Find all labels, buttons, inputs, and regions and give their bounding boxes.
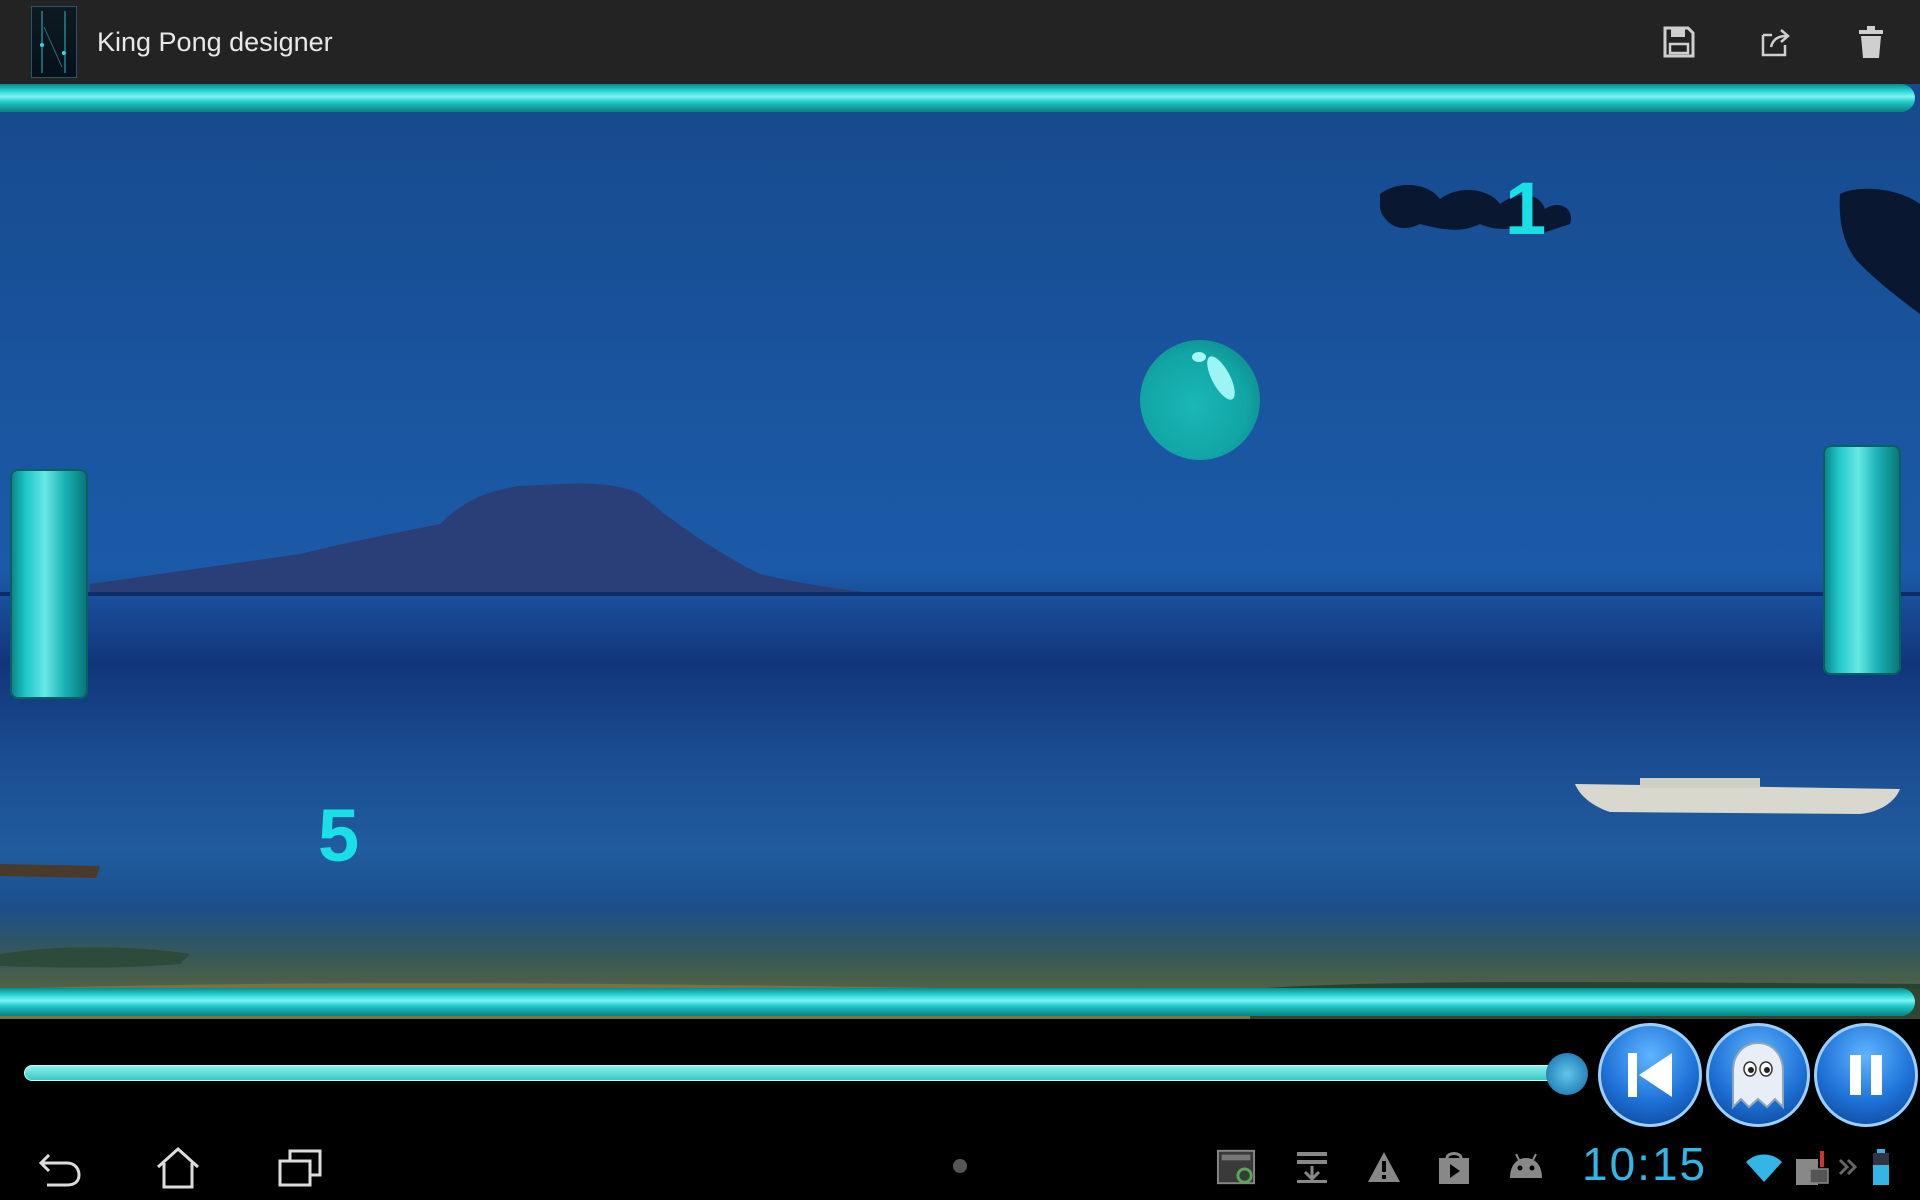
- delete-button[interactable]: [1847, 18, 1895, 66]
- ghost-icon: [1732, 1041, 1784, 1110]
- page-indicator-dot: [953, 1159, 967, 1173]
- skip-to-start-icon: [1628, 1053, 1672, 1097]
- right-paddle[interactable]: [1823, 445, 1901, 675]
- system-navigation-bar: 10:15: [0, 1131, 1920, 1200]
- wifi-icon[interactable]: [1744, 1147, 1784, 1187]
- recent-apps-icon: [278, 1149, 322, 1187]
- floppy-disk-icon: [1663, 26, 1695, 58]
- overflow-icon[interactable]: [1836, 1147, 1860, 1187]
- ball[interactable]: [1140, 340, 1260, 460]
- pause-button[interactable]: [1814, 1023, 1918, 1127]
- game-field[interactable]: 1 5: [0, 84, 1920, 1019]
- share-button[interactable]: [1751, 18, 1799, 66]
- left-paddle[interactable]: [10, 469, 88, 699]
- android-icon[interactable]: [1506, 1147, 1546, 1187]
- home-button[interactable]: [148, 1143, 208, 1191]
- trash-icon: [1859, 26, 1883, 58]
- warning-icon[interactable]: [1364, 1147, 1404, 1187]
- app-icon[interactable]: [31, 6, 77, 78]
- ghost-mode-button[interactable]: [1706, 1023, 1810, 1127]
- ball-highlight: [1201, 352, 1241, 404]
- ball-highlight-small: [1192, 352, 1206, 362]
- beach-background-image: [0, 184, 1920, 1019]
- share-export-icon: [1761, 29, 1790, 57]
- playback-controls: [0, 1019, 1920, 1131]
- play-store-icon[interactable]: [1434, 1147, 1474, 1187]
- action-bar: King Pong designer: [0, 0, 1920, 84]
- rewind-button[interactable]: [1598, 1023, 1702, 1127]
- status-clock: 10:15: [1582, 1138, 1708, 1190]
- timeline-slider-thumb[interactable]: [1546, 1053, 1588, 1095]
- battery-icon[interactable]: [1866, 1147, 1896, 1187]
- pause-icon: [1850, 1055, 1882, 1095]
- back-button[interactable]: [30, 1143, 90, 1191]
- score-left: 5: [318, 794, 360, 877]
- top-wall: [0, 84, 1915, 112]
- home-icon: [156, 1146, 200, 1189]
- save-button[interactable]: [1655, 18, 1703, 66]
- score-right: 1: [1505, 167, 1547, 250]
- bottom-wall: [0, 988, 1915, 1016]
- timeline-slider[interactable]: [24, 1065, 1580, 1081]
- sim-alert-icon[interactable]: [1792, 1147, 1832, 1187]
- download-icon[interactable]: [1292, 1147, 1332, 1187]
- screenshot-sync-icon[interactable]: [1216, 1147, 1256, 1187]
- back-icon: [38, 1153, 81, 1187]
- app-title: King Pong designer: [97, 27, 333, 57]
- recent-apps-button[interactable]: [270, 1143, 330, 1191]
